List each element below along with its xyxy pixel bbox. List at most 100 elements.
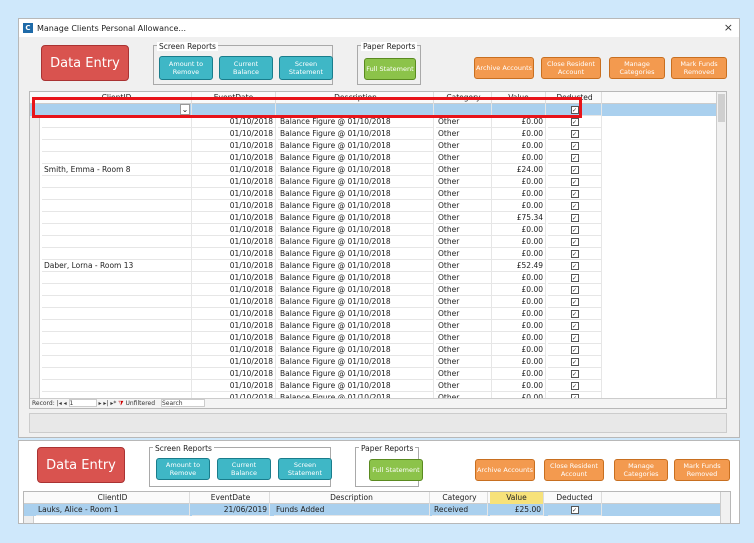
cell-event-date[interactable]: 01/10/2018 (192, 332, 276, 344)
cell-deducted[interactable]: ✓ (548, 188, 602, 200)
cell-category[interactable]: Other (436, 236, 492, 248)
cell-client-id[interactable] (42, 356, 192, 368)
cell-client-id[interactable] (42, 248, 192, 260)
cell-deducted[interactable]: ✓ (548, 332, 602, 344)
cell-description[interactable]: Balance Figure @ 01/10/2018 (278, 152, 434, 164)
cell-category[interactable]: Other (436, 368, 492, 380)
cell-client-id[interactable] (42, 212, 192, 224)
cell-category[interactable]: Other (436, 224, 492, 236)
cell-category[interactable]: Other (436, 332, 492, 344)
cell-description[interactable]: Balance Figure @ 01/10/2018 (278, 344, 434, 356)
cell-category[interactable]: Other (436, 200, 492, 212)
cell-category[interactable]: Other (436, 320, 492, 332)
cell-deducted[interactable]: ✓ (548, 380, 602, 392)
cell-event-date[interactable]: 01/10/2018 (192, 308, 276, 320)
cell-description[interactable]: Balance Figure @ 01/10/2018 (278, 308, 434, 320)
cell-deducted[interactable]: ✓ (548, 504, 602, 516)
cell-deducted[interactable]: ✓ (548, 140, 602, 152)
column-header-deducted[interactable]: Deducted (548, 492, 602, 504)
screen-statement-button[interactable]: Screen Statement (278, 458, 332, 480)
table-row[interactable]: 01/10/2018Balance Figure @ 01/10/2018Oth… (30, 236, 726, 248)
table-row[interactable]: 01/10/2018Balance Figure @ 01/10/2018Oth… (30, 248, 726, 260)
cell-value[interactable]: £0.00 (492, 248, 546, 260)
cell-value[interactable]: £0.00 (492, 176, 546, 188)
table-row[interactable]: 01/10/2018Balance Figure @ 01/10/2018Oth… (30, 368, 726, 380)
cell-event-date[interactable]: 01/10/2018 (192, 212, 276, 224)
cell-client-id[interactable]: Lauks, Alice - Room 1 (36, 504, 190, 516)
cell-client-id[interactable] (42, 236, 192, 248)
cell-event-date[interactable]: 01/10/2018 (192, 296, 276, 308)
column-header-category[interactable]: Category (432, 492, 488, 504)
cell-event-date[interactable]: 01/10/2018 (192, 284, 276, 296)
column-header-description[interactable]: Description (274, 492, 430, 504)
cell-value[interactable]: £24.00 (492, 164, 546, 176)
cell-description[interactable]: Balance Figure @ 01/10/2018 (278, 248, 434, 260)
cell-category[interactable]: Other (436, 188, 492, 200)
cell-description[interactable]: Balance Figure @ 01/10/2018 (278, 272, 434, 284)
deducted-checkbox[interactable]: ✓ (570, 334, 579, 342)
deducted-checkbox[interactable]: ✓ (570, 310, 579, 318)
cell-category[interactable]: Other (436, 176, 492, 188)
deducted-checkbox[interactable]: ✓ (570, 238, 579, 246)
cell-description[interactable]: Balance Figure @ 01/10/2018 (278, 356, 434, 368)
cell-deducted[interactable]: ✓ (548, 368, 602, 380)
cell-value[interactable]: £25.00 (490, 504, 544, 516)
table-row[interactable]: 01/10/2018Balance Figure @ 01/10/2018Oth… (30, 200, 726, 212)
table-row[interactable]: 01/10/2018Balance Figure @ 01/10/2018Oth… (30, 128, 726, 140)
cell-deducted[interactable]: ✓ (548, 296, 602, 308)
deducted-checkbox[interactable]: ✓ (570, 166, 579, 174)
current-balance-button[interactable]: Current Balance (219, 56, 273, 80)
cell-client-id[interactable] (42, 188, 192, 200)
cell-client-id[interactable] (42, 200, 192, 212)
deducted-checkbox[interactable]: ✓ (570, 142, 579, 150)
cell-client-id[interactable] (42, 344, 192, 356)
current-balance-button[interactable]: Current Balance (217, 458, 271, 480)
deducted-checkbox[interactable]: ✓ (570, 262, 579, 270)
cell-client-id[interactable] (42, 224, 192, 236)
cell-deducted[interactable]: ✓ (548, 200, 602, 212)
cell-description[interactable]: Balance Figure @ 01/10/2018 (278, 320, 434, 332)
cell-value[interactable]: £0.00 (492, 308, 546, 320)
cell-client-id[interactable] (42, 368, 192, 380)
cell-description[interactable]: Balance Figure @ 01/10/2018 (278, 188, 434, 200)
full-statement-button[interactable]: Full Statement (369, 459, 423, 481)
manage-categories-button[interactable]: Manage Categories (609, 57, 665, 79)
cell-event-date[interactable]: 01/10/2018 (192, 356, 276, 368)
deducted-checkbox[interactable]: ✓ (570, 214, 579, 222)
cell-value[interactable]: £0.00 (492, 356, 546, 368)
cell-category[interactable]: Other (436, 380, 492, 392)
cell-deducted[interactable]: ✓ (548, 236, 602, 248)
table-row[interactable]: 01/10/2018Balance Figure @ 01/10/2018Oth… (30, 320, 726, 332)
table-row[interactable]: 01/10/2018Balance Figure @ 01/10/2018Oth… (30, 344, 726, 356)
cell-client-id[interactable] (42, 176, 192, 188)
table-row[interactable]: Smith, Emma - Room 8 01/10/2018 Balance Fi… (30, 164, 726, 176)
column-header-value[interactable]: Value (490, 492, 544, 504)
cell-description[interactable]: Balance Figure @ 01/10/2018 (278, 296, 434, 308)
cell-event-date[interactable]: 01/10/2018 (192, 200, 276, 212)
vertical-scrollbar[interactable] (720, 492, 730, 523)
cell-category[interactable]: Other (436, 308, 492, 320)
cell-deducted[interactable]: ✓ (548, 128, 602, 140)
table-row[interactable]: 01/10/2018Balance Figure @ 01/10/2018Oth… (30, 332, 726, 344)
cell-value[interactable]: £0.00 (492, 344, 546, 356)
cell-category[interactable]: Other (436, 140, 492, 152)
cell-deducted[interactable]: ✓ (548, 272, 602, 284)
table-row[interactable]: Lauks, Alice - Room 1 21/06/2019 Funds Add… (24, 504, 730, 516)
column-header-client-id[interactable]: ClientID (36, 492, 190, 504)
cell-event-date[interactable]: 01/10/2018 (192, 344, 276, 356)
cell-category[interactable]: Other (436, 212, 492, 224)
deducted-checkbox[interactable]: ✓ (570, 370, 579, 378)
table-row[interactable]: 01/10/2018Balance Figure @ 01/10/2018Oth… (30, 152, 726, 164)
table-row[interactable]: 01/10/2018Balance Figure @ 01/10/2018Oth… (30, 176, 726, 188)
cell-deducted[interactable]: ✓ (548, 224, 602, 236)
cell-event-date[interactable]: 01/10/2018 (192, 272, 276, 284)
deducted-checkbox[interactable]: ✓ (570, 274, 579, 282)
cell-category[interactable]: Other (436, 344, 492, 356)
cell-category[interactable]: Other (436, 284, 492, 296)
first-record-icon[interactable]: |◂ ◂ (57, 400, 69, 407)
amount-to-remove-button[interactable]: Amount to Remove (156, 458, 210, 480)
cell-value[interactable]: £0.00 (492, 296, 546, 308)
cell-event-date[interactable]: 01/10/2018 (192, 164, 276, 176)
cell-value[interactable]: £0.00 (492, 152, 546, 164)
search-input[interactable]: Search (160, 399, 205, 407)
